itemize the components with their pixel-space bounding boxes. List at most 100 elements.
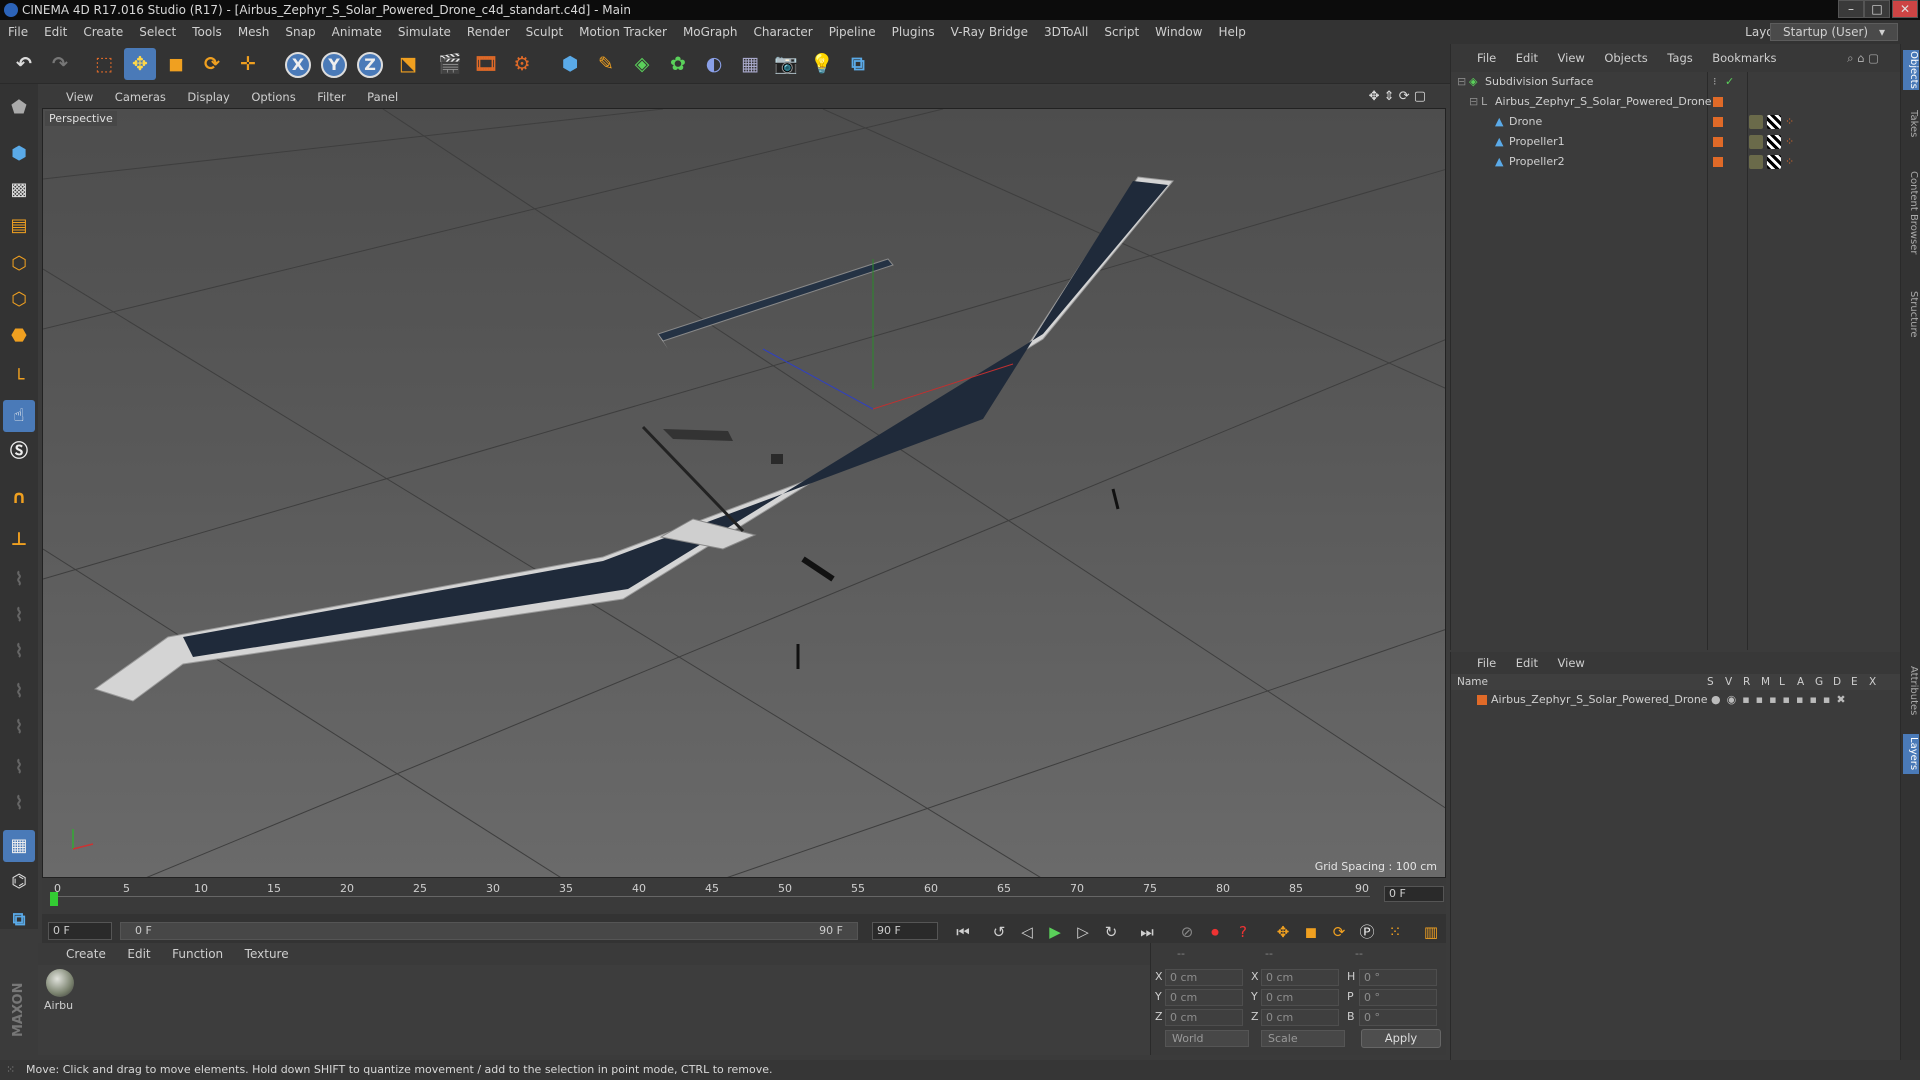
render-view-icon[interactable]: 🎬 [434, 48, 466, 80]
next-key-icon[interactable]: ↻ [1098, 920, 1124, 944]
inflate-brush-icon[interactable]: ⌇ [3, 676, 35, 708]
close-button[interactable]: ✕ [1892, 0, 1918, 18]
menu-snap[interactable]: Snap [277, 20, 323, 44]
pos-x-field[interactable]: 0 cm [1165, 969, 1243, 986]
workplane-icon[interactable]: ⊥ [3, 524, 35, 556]
menu-window[interactable]: Window [1147, 20, 1210, 44]
goto-start-icon[interactable]: ⏮ [950, 920, 976, 944]
keyframe-selection-icon[interactable]: ? [1230, 920, 1256, 944]
key-parameter-icon[interactable]: Ⓟ [1354, 920, 1380, 944]
pen-spline-icon[interactable]: ✎ [590, 48, 622, 80]
magnet-icon[interactable]: ∩ [3, 482, 35, 514]
deformer-icon[interactable]: ◐ [698, 48, 730, 80]
frame-range-slider[interactable]: 0 F 90 F [120, 922, 858, 940]
rotate-tool-icon[interactable]: ⟳ [196, 48, 228, 80]
object-menu-file[interactable]: File [1477, 51, 1496, 65]
menu-script[interactable]: Script [1096, 20, 1147, 44]
uvw-tag-icon[interactable]: ⁘ [1785, 112, 1794, 132]
polygons-mode-icon[interactable]: ⬣ [3, 320, 35, 352]
object-row-propeller2[interactable]: ▲ Propeller2 ⁘ [1451, 152, 1901, 172]
goto-end-icon[interactable]: ⏭ [1134, 920, 1160, 944]
menu-mesh[interactable]: Mesh [230, 20, 278, 44]
key-rotation-icon[interactable]: ⟳ [1326, 920, 1352, 944]
viewport-menu-cameras[interactable]: Cameras [115, 90, 166, 104]
y-axis-lock-button[interactable]: Y [318, 48, 350, 80]
script-python-icon[interactable]: ⧉ [3, 904, 35, 936]
layer-menu-file[interactable]: File [1477, 656, 1496, 670]
timeline-window-icon[interactable]: ▥ [1418, 920, 1444, 944]
z-axis-lock-button[interactable]: Z [354, 48, 386, 80]
scale-tool-icon[interactable]: ◼ [160, 48, 192, 80]
key-pla-icon[interactable]: ⁙ [1382, 920, 1408, 944]
paint-icon[interactable]: ⌬ [3, 866, 35, 898]
phong-tag-icon[interactable] [1767, 115, 1781, 129]
layer-color-swatch[interactable] [1713, 157, 1723, 167]
object-row-drone[interactable]: ▲ Drone ⁘ [1451, 112, 1901, 132]
viewport-menu-options[interactable]: Options [251, 90, 295, 104]
size-x-field[interactable]: 0 cm [1261, 969, 1339, 986]
workplane-mode-icon[interactable]: ▤ [3, 210, 35, 242]
layer-color-swatch[interactable] [1713, 137, 1723, 147]
autokey-icon[interactable]: ⏺ [1202, 920, 1228, 944]
material-menu-texture[interactable]: Texture [245, 947, 289, 961]
layer-menu-edit[interactable]: Edit [1516, 656, 1538, 670]
menu-character[interactable]: Character [745, 20, 820, 44]
enabled-check-icon[interactable]: ✓ [1725, 72, 1734, 92]
object-row-propeller1[interactable]: ▲ Propeller1 ⁘ [1451, 132, 1901, 152]
model-mode-icon[interactable]: ⬢ [3, 138, 35, 170]
x-axis-lock-button[interactable]: X [282, 48, 314, 80]
uvw-tag-icon[interactable]: ⁘ [1785, 132, 1794, 152]
timeline-ruler[interactable]: 0 5 10 15 20 25 30 35 40 45 50 55 60 65 … [42, 878, 1446, 914]
key-scale-icon[interactable]: ◼ [1298, 920, 1324, 944]
coord-scale-select[interactable]: Scale [1261, 1030, 1345, 1047]
object-row-subdivision-surface[interactable]: ⊟ ◈ Subdivision Surface ⁝ ✓ [1451, 72, 1901, 92]
rot-p-field[interactable]: 0 ° [1359, 989, 1437, 1006]
snap-icon[interactable]: Ⓢ [3, 436, 35, 468]
maximize-button[interactable]: □ [1864, 0, 1890, 18]
viewport-menu-view[interactable]: View [66, 90, 93, 104]
texture-tag-icon[interactable] [1749, 155, 1763, 169]
menu-vray-bridge[interactable]: V-Ray Bridge [943, 20, 1036, 44]
sculpt-brush-icon[interactable]: ⌇ [3, 564, 35, 596]
3d-viewport[interactable]: Perspective Grid Spacing : 100 cm [42, 108, 1446, 878]
layer-color-swatch[interactable] [1713, 97, 1723, 107]
redo-icon[interactable]: ↷ [44, 48, 76, 80]
collapse-icon[interactable]: ⊟ [1457, 72, 1466, 92]
uvw-tag-icon[interactable]: ⁘ [1785, 152, 1794, 172]
menu-render[interactable]: Render [459, 20, 518, 44]
menu-3dtoall[interactable]: 3DToAll [1036, 20, 1096, 44]
viewport-menu-display[interactable]: Display [187, 90, 229, 104]
apply-button[interactable]: Apply [1361, 1029, 1441, 1048]
texture-mode-icon[interactable]: ▩ [3, 174, 35, 206]
menu-edit[interactable]: Edit [36, 20, 75, 44]
cube-icon[interactable]: ⬢ [554, 48, 586, 80]
size-y-field[interactable]: 0 cm [1261, 989, 1339, 1006]
viewport-menu-filter[interactable]: Filter [317, 90, 345, 104]
live-selection-icon[interactable]: ⬚ [88, 48, 120, 80]
key-position-icon[interactable]: ✥ [1270, 920, 1296, 944]
subdivision-surface-icon[interactable]: ◈ [626, 48, 658, 80]
material-menu-function[interactable]: Function [172, 947, 223, 961]
menu-motion-tracker[interactable]: Motion Tracker [571, 20, 675, 44]
minimize-button[interactable]: – [1838, 0, 1864, 18]
python-icon[interactable]: ⧉ [842, 48, 874, 80]
prev-key-icon[interactable]: ↺ [986, 920, 1012, 944]
object-manager-search-icon[interactable]: ⌕ ⌂ ▢ [1847, 44, 1879, 72]
pos-z-field[interactable]: 0 cm [1165, 1009, 1243, 1026]
axis-mode-icon[interactable]: └ [3, 364, 35, 396]
points-mode-icon[interactable]: ⬡ [3, 248, 35, 280]
layout-select[interactable]: Startup (User) ▾ [1770, 23, 1898, 41]
menu-file[interactable]: File [0, 20, 36, 44]
object-menu-tags[interactable]: Tags [1667, 51, 1692, 65]
texture-tag-icon[interactable] [1749, 115, 1763, 129]
menu-create[interactable]: Create [75, 20, 131, 44]
tab-takes[interactable]: Takes [1903, 104, 1919, 144]
phong-tag-icon[interactable] [1767, 155, 1781, 169]
material-label[interactable]: Airbu [44, 999, 73, 1012]
grid-lock-icon[interactable]: ▦ [3, 830, 35, 862]
tab-attributes[interactable]: Attributes [1903, 656, 1919, 726]
tab-layers[interactable]: Layers [1903, 734, 1919, 774]
make-editable-icon[interactable]: ⬟ [3, 92, 35, 124]
menu-tools[interactable]: Tools [184, 20, 230, 44]
move-tool-icon[interactable]: ✥ [124, 48, 156, 80]
